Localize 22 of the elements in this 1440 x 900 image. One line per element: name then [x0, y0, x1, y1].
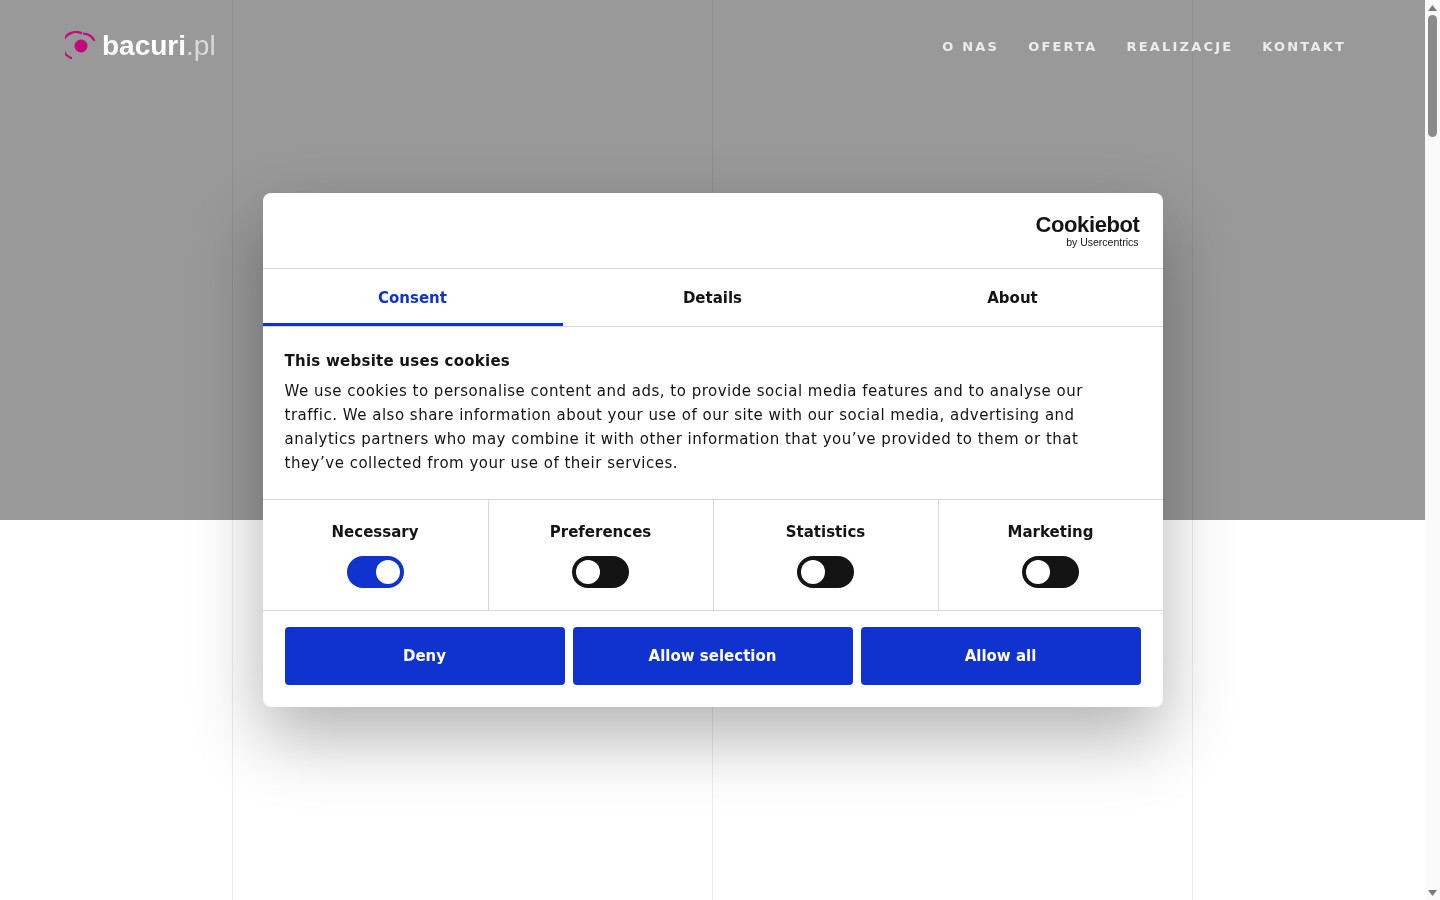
brand-name: Cookiebot: [1035, 213, 1140, 236]
category-label: Necessary: [331, 522, 419, 542]
allow-selection-button[interactable]: Allow selection: [572, 627, 853, 685]
toggle-switch[interactable]: [797, 556, 854, 588]
dialog-title: This website uses cookies: [284, 352, 511, 370]
brand-byline: by Usercentrics: [1066, 235, 1139, 248]
scroll-up-icon[interactable]: [1428, 5, 1437, 11]
logo-icon: [65, 31, 96, 61]
tab[interactable]: Details: [562, 269, 863, 326]
scrollbar-thumb[interactable]: [1428, 15, 1437, 137]
tab[interactable]: Consent: [262, 269, 563, 326]
dialog-text: We use cookies to personalise content and ads, to provide social media features and to analyse our traffic. We also share information about your use of our site with our social media, advertising and analytics partners who may combine it with other information that you’ve provided to them or that they’ve collected from your use of their services.: [284, 381, 1084, 474]
allow-all-button[interactable]: Allow all: [860, 627, 1141, 685]
category-label: Marketing: [1007, 522, 1094, 542]
deny-button[interactable]: Deny: [284, 627, 565, 685]
category-label: Preferences: [549, 522, 652, 542]
category-label: Statistics: [785, 522, 866, 542]
toggle-switch[interactable]: [1022, 556, 1079, 588]
scroll-down-icon[interactable]: [1428, 890, 1437, 896]
toggle-switch[interactable]: [346, 556, 404, 588]
toggle-switch[interactable]: [572, 556, 629, 588]
tab[interactable]: About: [862, 269, 1163, 326]
